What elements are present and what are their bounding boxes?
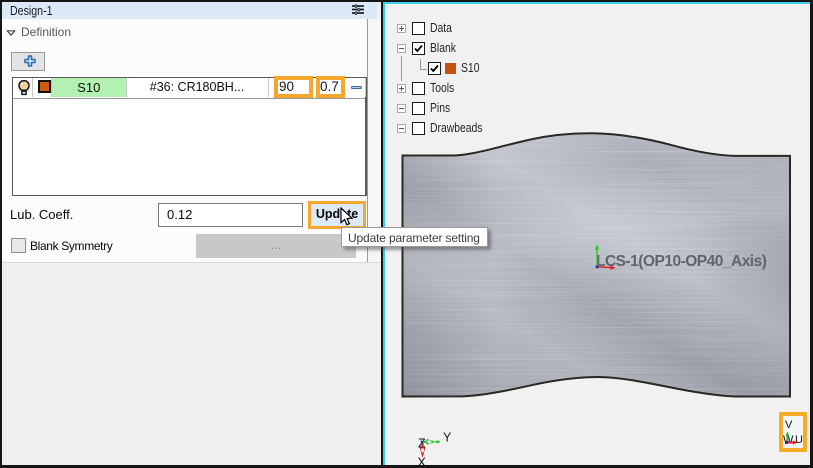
svg-text:V: V [785,419,793,431]
svg-text:Y: Y [443,431,452,445]
svg-text:U: U [795,434,803,446]
